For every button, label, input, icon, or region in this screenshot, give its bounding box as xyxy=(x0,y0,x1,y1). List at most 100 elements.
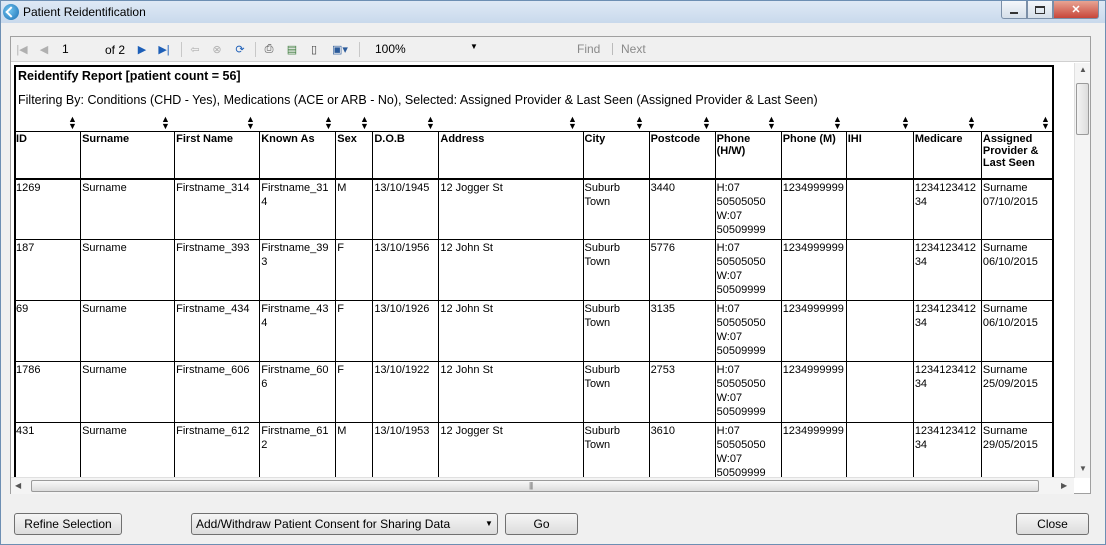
sort-icon[interactable]: ▲ ▼ xyxy=(702,115,711,131)
table-cell: Suburb Town xyxy=(582,361,650,423)
table-cell: M xyxy=(335,422,374,477)
table-cell: Firstname_612 xyxy=(259,422,337,477)
column-header[interactable]: D.O.B xyxy=(372,131,440,180)
table-cell: 187 xyxy=(16,239,82,301)
table-cell: F xyxy=(335,361,374,423)
column-header[interactable]: Surname xyxy=(80,131,176,180)
maximize-button[interactable] xyxy=(1027,1,1053,19)
column-header[interactable]: Address xyxy=(438,131,584,180)
vertical-scroll-thumb[interactable] xyxy=(1076,83,1089,135)
find-next-link[interactable]: Next xyxy=(621,42,646,56)
column-header[interactable]: City xyxy=(582,131,650,180)
column-header[interactable]: Postcode xyxy=(648,131,716,180)
chevron-down-icon[interactable]: ▼ xyxy=(470,42,478,51)
sort-icon[interactable]: ▲ ▼ xyxy=(426,115,435,131)
sort-icon[interactable]: ▲ ▼ xyxy=(635,115,644,131)
sort-icon[interactable]: ▲ ▼ xyxy=(767,115,776,131)
table-cell xyxy=(845,361,914,423)
table-cell: Surname xyxy=(80,300,176,362)
sort-icon[interactable]: ▲ ▼ xyxy=(161,115,170,131)
column-header[interactable]: Assigned Provider & Last Seen xyxy=(980,131,1052,180)
table-row: 69 Surname Firstname_434 Firstname_434 F 13/1… xyxy=(16,300,1052,362)
table-cell: Firstname_393 xyxy=(174,239,261,301)
table-cell: 69 xyxy=(16,300,82,362)
table-row: 431 Surname Firstname_612 Firstname_612 M 13/… xyxy=(16,422,1052,477)
column-header[interactable]: First Name xyxy=(174,131,261,180)
table-cell: 123412341234 xyxy=(912,239,982,301)
table-cell: 13/10/1945 xyxy=(372,178,440,240)
vertical-scrollbar[interactable]: ▲ ▼ xyxy=(1074,63,1090,478)
column-header[interactable]: Known As xyxy=(259,131,337,180)
report-title: Reidentify Report [patient count = 56] xyxy=(18,69,241,83)
minimize-button[interactable] xyxy=(1001,1,1027,19)
toolbar-separator xyxy=(255,42,256,57)
refresh-icon[interactable]: ⟳ xyxy=(233,42,247,56)
sort-icon[interactable]: ▲ ▼ xyxy=(246,115,255,131)
table-cell: 12 Jogger St xyxy=(438,422,584,477)
stop-icon[interactable]: ⊗ xyxy=(210,42,224,56)
sort-icon[interactable]: ▲ ▼ xyxy=(833,115,842,131)
sort-icon[interactable]: ▲ ▼ xyxy=(568,115,577,131)
table-cell: 13/10/1956 xyxy=(372,239,440,301)
action-select[interactable]: Add/Withdraw Patient Consent for Sharing… xyxy=(191,513,498,535)
sort-icon[interactable]: ▲ ▼ xyxy=(324,115,333,131)
report-toolbar: |◀ ◀ 1 of 2 ▶ ▶| ⇦ ⊗ ⟳ ⎙ ▤ ▯ ▣▾ 100% ▼ F… xyxy=(11,37,1090,62)
sort-icon[interactable]: ▲ ▼ xyxy=(1041,115,1050,131)
sort-icon[interactable]: ▲ ▼ xyxy=(901,115,910,131)
table-cell: 13/10/1922 xyxy=(372,361,440,423)
close-button[interactable]: Close xyxy=(1016,513,1089,535)
column-header[interactable]: Medicare xyxy=(912,131,982,180)
table-cell: 3610 xyxy=(648,422,716,477)
table-row: 1786 Surname Firstname_606 Firstname_606 F 13… xyxy=(16,361,1052,423)
table-cell: 12 John St xyxy=(438,361,584,423)
column-header[interactable]: ID xyxy=(16,131,82,180)
table-cell: 123412341234 xyxy=(912,300,982,362)
table-row: 1269 Surname Firstname_314 Firstname_314 M 13… xyxy=(16,178,1052,240)
close-window-button[interactable]: ✕ xyxy=(1053,1,1099,19)
page-setup-icon[interactable]: ▯ xyxy=(307,42,321,56)
last-page-icon[interactable]: ▶| xyxy=(157,42,171,56)
back-icon[interactable]: ⇦ xyxy=(188,42,202,56)
table-cell: 2753 xyxy=(648,361,716,423)
find-link[interactable]: Find xyxy=(577,42,600,56)
export-icon[interactable]: ▣▾ xyxy=(330,42,350,56)
scroll-left-icon[interactable]: ◀ xyxy=(15,481,21,490)
zoom-select[interactable]: 100% xyxy=(373,41,480,58)
scroll-up-icon[interactable]: ▲ xyxy=(1079,65,1087,74)
refine-selection-button[interactable]: Refine Selection xyxy=(14,513,122,535)
table-cell: 123412341234 xyxy=(912,178,982,240)
title-bar: Patient Reidentification ✕ xyxy=(1,1,1105,23)
table-cell: M xyxy=(335,178,374,240)
sort-icon[interactable]: ▲ ▼ xyxy=(360,115,369,131)
horizontal-scrollbar[interactable]: ◀ ||| ▶ xyxy=(11,477,1074,494)
horizontal-scroll-thumb[interactable] xyxy=(31,480,1039,492)
go-button[interactable]: Go xyxy=(505,513,578,535)
column-header[interactable]: Phone (H/W) xyxy=(714,131,782,180)
next-page-icon[interactable]: ▶ xyxy=(135,42,149,56)
column-header[interactable]: Sex xyxy=(335,131,374,180)
window-title: Patient Reidentification xyxy=(23,5,146,19)
sort-icon[interactable]: ▲ ▼ xyxy=(967,115,976,131)
table-cell: Surname 07/10/2015 xyxy=(980,178,1052,240)
page-number-input[interactable]: 1 xyxy=(59,41,99,57)
scroll-right-icon[interactable]: ▶ xyxy=(1061,481,1067,490)
column-header[interactable]: IHI xyxy=(845,131,914,180)
table-cell: 3440 xyxy=(648,178,716,240)
table-cell: 13/10/1926 xyxy=(372,300,440,362)
print-layout-icon[interactable]: ▤ xyxy=(285,42,299,56)
print-icon[interactable]: ⎙ xyxy=(262,42,276,56)
column-header[interactable]: Phone (M) xyxy=(780,131,847,180)
table-cell: 1786 xyxy=(16,361,82,423)
minimize-icon xyxy=(1010,11,1018,14)
chevron-down-icon[interactable]: ▼ xyxy=(485,519,493,528)
find-separator xyxy=(612,43,613,55)
table-cell: 123412341234 xyxy=(912,361,982,423)
first-page-icon[interactable]: |◀ xyxy=(15,42,29,56)
prev-page-icon[interactable]: ◀ xyxy=(37,42,51,56)
sort-icon[interactable]: ▲ ▼ xyxy=(68,115,77,131)
table-cell xyxy=(845,178,914,240)
scroll-down-icon[interactable]: ▼ xyxy=(1079,464,1087,473)
table-cell: Suburb Town xyxy=(582,239,650,301)
table-cell: 13/10/1953 xyxy=(372,422,440,477)
report-viewer: |◀ ◀ 1 of 2 ▶ ▶| ⇦ ⊗ ⟳ ⎙ ▤ ▯ ▣▾ 100% ▼ F… xyxy=(10,36,1091,494)
